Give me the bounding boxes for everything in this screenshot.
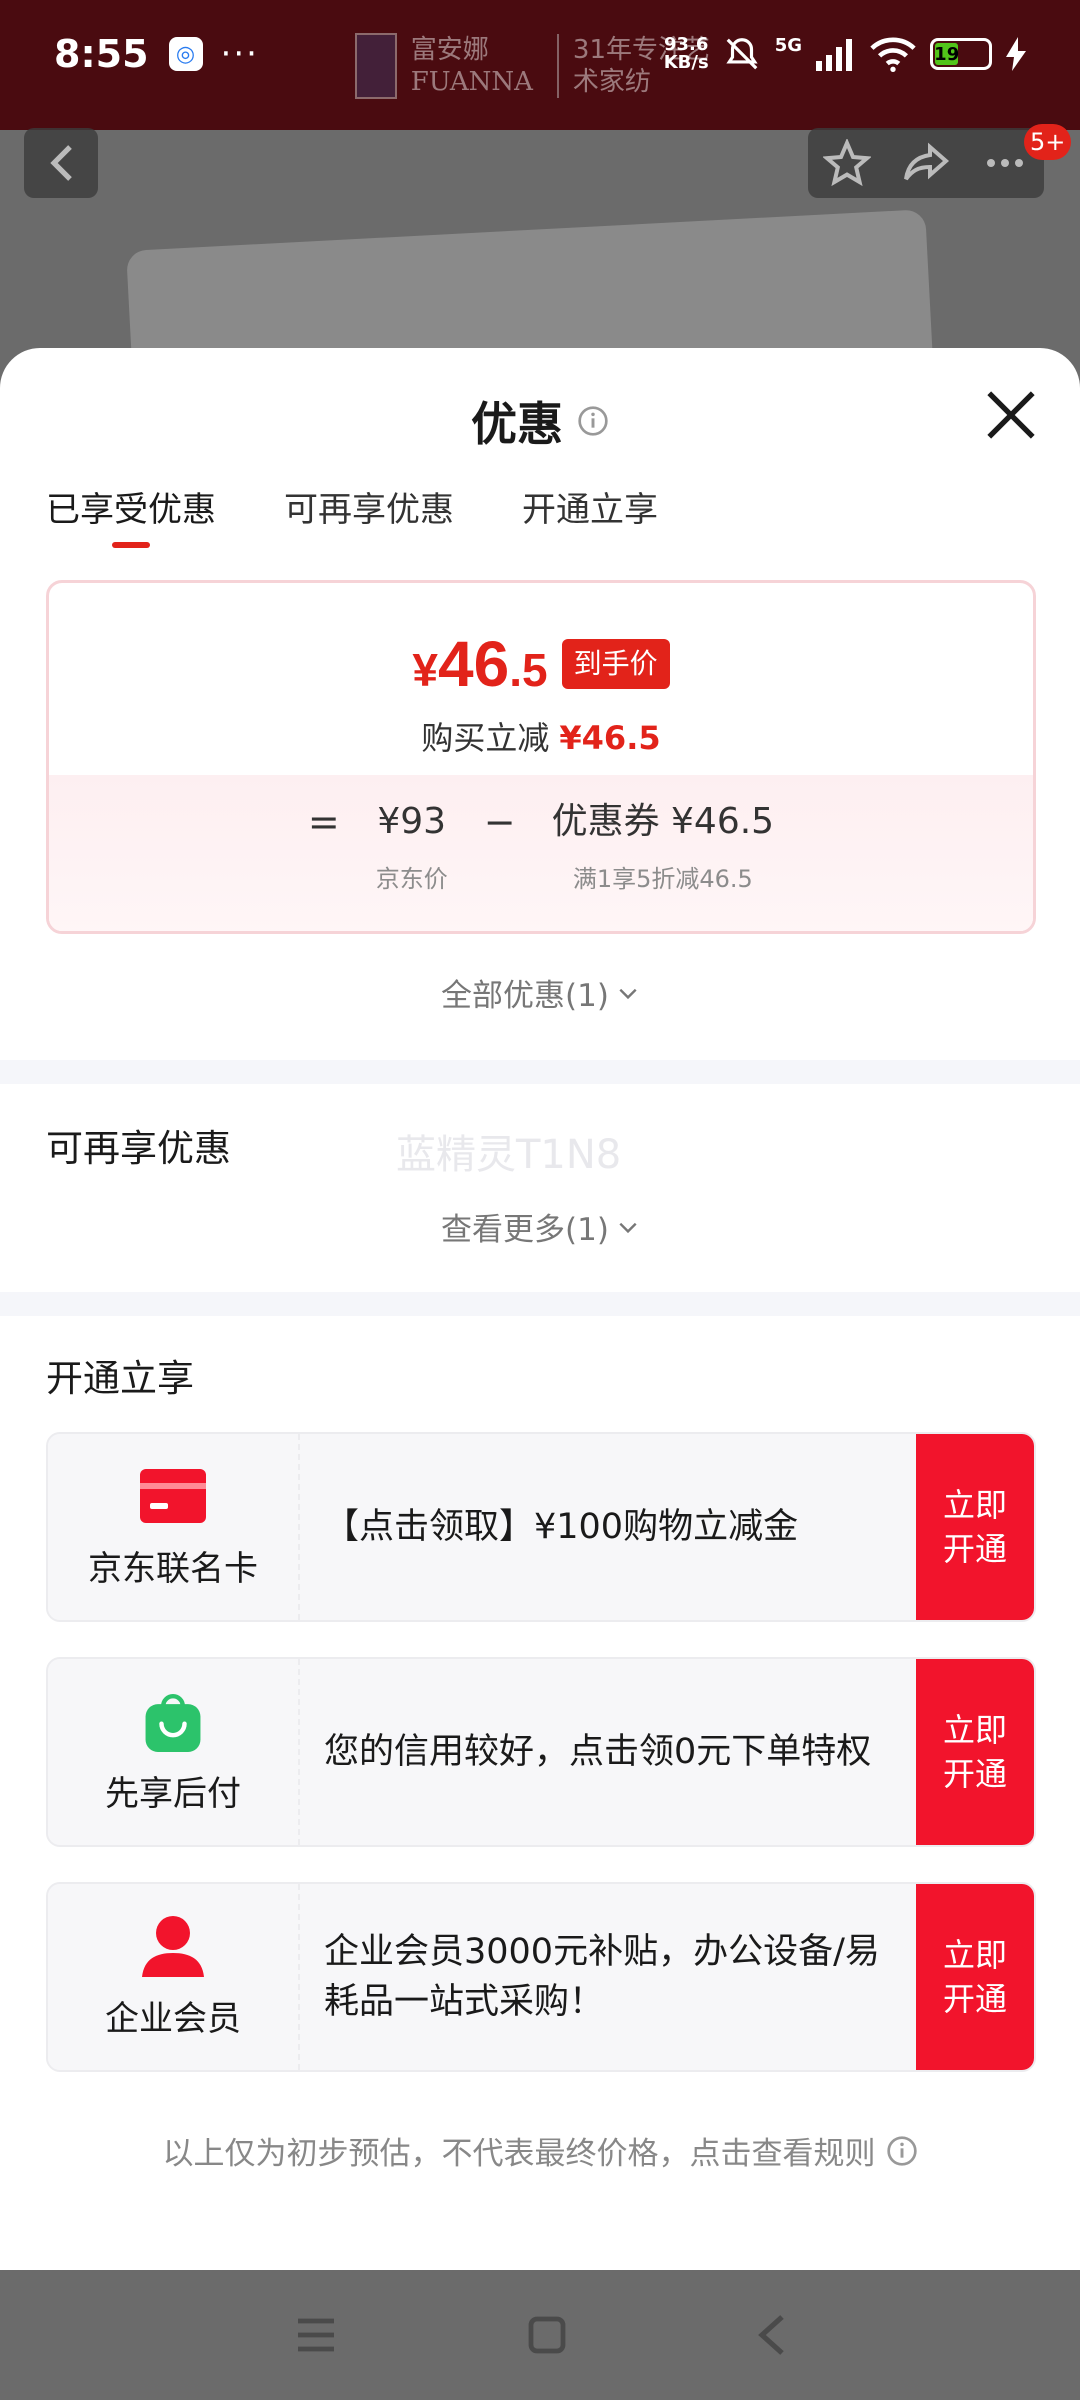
- open-card-description: 【点击领取】¥100购物立减金: [324, 1507, 799, 1547]
- see-more-label: 查看更多(1): [441, 1212, 609, 1248]
- tab-open-enjoy[interactable]: 开通立享: [522, 488, 658, 548]
- more-icon[interactable]: [981, 139, 1029, 187]
- sheet-title: 优惠: [471, 397, 563, 451]
- home-icon[interactable]: [527, 2315, 567, 2355]
- bell-muted-icon: [726, 38, 758, 70]
- back-icon[interactable]: [756, 2313, 786, 2357]
- open-card-left: 先享后付: [48, 1659, 300, 1845]
- coupon-value: 优惠券 ¥46.5: [551, 801, 775, 842]
- signal-icon: [816, 39, 852, 71]
- more-offers-title: 可再享优惠: [46, 1127, 231, 1170]
- rules-disclaimer[interactable]: 以上仅为初步预估，不代表最终价格，点击查看规则: [0, 2128, 1080, 2173]
- open-card-left: 企业会员: [48, 1884, 300, 2070]
- sheet-header: 优惠: [0, 348, 1080, 488]
- network-speed: 93.6 KB/s: [663, 34, 709, 73]
- see-more-link[interactable]: 查看更多(1): [0, 1204, 1080, 1249]
- final-price-line: ¥46.5 到手价: [49, 627, 1033, 701]
- open-now-button[interactable]: 立即开通: [916, 1659, 1034, 1845]
- card-icon: [140, 1468, 206, 1523]
- open-enjoy-title: 开通立享: [46, 1357, 194, 1400]
- reduction-line: 购买立减 ¥46.5: [49, 713, 1033, 759]
- status-bar: 8:55 ◎ ··· 93.6 KB/s 5G 19: [0, 0, 1080, 108]
- chevron-left-icon: [50, 145, 72, 181]
- info-icon: [886, 2135, 917, 2166]
- open-card-description: 企业会员3000元补贴，办公设备/易耗品一站式采购！: [324, 1932, 880, 2022]
- back-button[interactable]: [24, 128, 98, 198]
- menu-icon[interactable]: [294, 2315, 338, 2355]
- open-card-label: 京东联名卡: [88, 1548, 258, 1589]
- status-time: 8:55: [54, 32, 149, 76]
- open-card-description: 您的信用较好，点击领0元下单特权: [324, 1732, 872, 1772]
- final-price: ¥46.5: [412, 628, 548, 700]
- reduction-label: 购买立减: [421, 719, 550, 757]
- section-divider: [0, 1292, 1080, 1316]
- person-icon: [142, 1915, 204, 1977]
- share-icon[interactable]: [902, 139, 950, 187]
- close-icon[interactable]: [982, 386, 1040, 444]
- open-card-pay-later[interactable]: 先享后付 您的信用较好，点击领0元下单特权 立即开通: [46, 1657, 1036, 1847]
- coupon-column: 优惠券 ¥46.5 满1享5折减46.5: [552, 799, 775, 894]
- open-card-left: 京东联名卡: [48, 1434, 300, 1620]
- battery-icon: 19: [930, 38, 992, 70]
- open-card-jd-cobrand[interactable]: 京东联名卡 【点击领取】¥100购物立减金 立即开通: [46, 1432, 1036, 1622]
- jd-price-label: 京东价: [375, 865, 448, 893]
- status-icons: 93.6 KB/s 5G 19: [664, 35, 1026, 73]
- open-card-enterprise-member[interactable]: 企业会员 企业会员3000元补贴，办公设备/易耗品一站式采购！ 立即开通: [46, 1882, 1036, 2072]
- tab-more-offers[interactable]: 可再享优惠: [284, 488, 454, 548]
- notification-badge: 5+: [1024, 124, 1072, 160]
- open-now-button[interactable]: 立即开通: [916, 1884, 1034, 2070]
- charging-icon: [1006, 37, 1026, 71]
- open-card-label: 企业会员: [105, 1998, 241, 2039]
- network-type-label: 5G: [774, 35, 802, 56]
- all-offers-label: 全部优惠(1): [441, 978, 609, 1014]
- minus-sign: −: [483, 800, 516, 844]
- tab-enjoyed-offers[interactable]: 已享受优惠: [46, 488, 216, 548]
- more-notifications-icon: ···: [220, 34, 259, 74]
- equals-sign: =: [307, 800, 340, 844]
- info-icon[interactable]: [577, 405, 609, 437]
- battery-level: 19: [934, 43, 960, 65]
- price-formula: = ¥93 京东价 − 优惠券 ¥46.5 满1享5折减46.5: [49, 799, 1033, 894]
- page-action-bar: [808, 128, 1044, 198]
- coupon-label: 满1享5折减46.5: [572, 865, 753, 893]
- offer-tabs: 已享受优惠 可再享优惠 开通立享: [46, 488, 658, 548]
- open-now-button[interactable]: 立即开通: [916, 1434, 1034, 1620]
- final-price-tag: 到手价: [561, 639, 670, 689]
- system-nav-bar: [0, 2270, 1080, 2400]
- chevron-down-icon: [619, 1222, 637, 1233]
- sheet-title-group: 优惠: [0, 388, 1080, 454]
- wifi-icon: [870, 37, 916, 72]
- message-app-icon: ◎: [168, 37, 203, 71]
- chevron-down-icon: [619, 988, 637, 999]
- star-icon[interactable]: [823, 139, 872, 187]
- jd-price-column: ¥93 京东价: [376, 799, 448, 894]
- price-card: ¥46.5 到手价 购买立减 ¥46.5 = ¥93 京东价 − 优惠券 ¥46.…: [46, 580, 1036, 934]
- offers-sheet: 优惠 已享受优惠 可再享优惠 开通立享 ¥46.5 到手价 购买立减 ¥46.5 …: [0, 348, 1080, 2270]
- reduction-value: ¥46.5: [559, 719, 661, 757]
- open-card-label: 先享后付: [105, 1773, 241, 1814]
- all-offers-link[interactable]: 全部优惠(1): [0, 970, 1080, 1015]
- disclaimer-text: 以上仅为初步预估，不代表最终价格，点击查看规则: [162, 2136, 876, 2172]
- shopping-bag-icon: [145, 1693, 201, 1752]
- jd-price: ¥93: [377, 801, 447, 842]
- watermark: 蓝精灵T1N8: [396, 1132, 622, 1178]
- section-divider: [0, 1060, 1080, 1084]
